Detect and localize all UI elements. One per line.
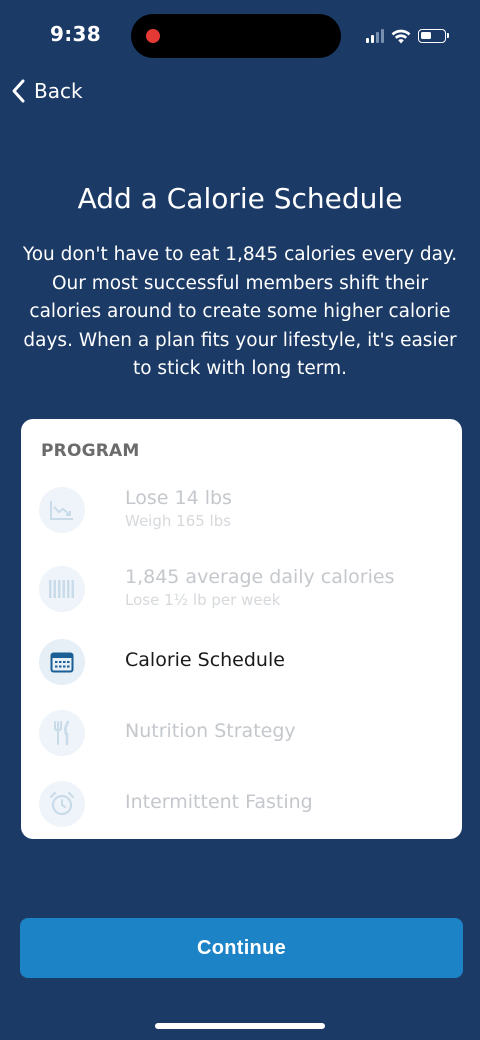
program-item-calorie-schedule: Calorie Schedule	[39, 639, 449, 687]
program-item-nutrition-strategy: Nutrition Strategy	[39, 710, 449, 758]
back-label: Back	[34, 79, 83, 103]
fork-knife-icon	[39, 710, 85, 756]
cellular-signal-icon	[366, 29, 384, 43]
weight-trend-icon	[39, 487, 85, 533]
program-item-label: Nutrition Strategy	[125, 720, 296, 742]
program-item-label: 1,845 average daily calories	[125, 566, 395, 588]
program-card-title: PROGRAM	[41, 441, 140, 461]
status-time: 9:38	[50, 22, 101, 46]
recording-indicator-icon	[146, 29, 160, 43]
home-indicator[interactable]	[155, 1023, 325, 1029]
chevron-left-icon	[12, 79, 25, 103]
program-card: PROGRAM Lose 14 lbs Weigh 165 lbs 1,845 …	[21, 419, 462, 839]
program-item-label: Lose 14 lbs	[125, 487, 232, 509]
status-icons	[366, 27, 449, 45]
continue-button-label: Continue	[196, 936, 287, 959]
battery-icon	[418, 29, 449, 43]
dynamic-island	[131, 14, 341, 58]
back-button[interactable]: Back	[10, 78, 83, 104]
alarm-clock-icon	[39, 781, 85, 827]
wifi-icon	[391, 29, 411, 43]
program-item-daily-calories: 1,845 average daily calories Lose 1½ lb …	[39, 566, 449, 614]
program-item-intermittent-fasting: Intermittent Fasting	[39, 781, 449, 829]
screen: 9:38 Back Add a Calorie Schedule You don…	[0, 0, 480, 1040]
page-description: You don't have to eat 1,845 calories eve…	[22, 244, 458, 379]
program-item-weight-goal: Lose 14 lbs Weigh 165 lbs	[39, 487, 449, 535]
calendar-icon	[39, 639, 85, 685]
program-item-sublabel: Weigh 165 lbs	[125, 512, 232, 530]
page-title: Add a Calorie Schedule	[77, 182, 403, 215]
program-item-label: Calorie Schedule	[125, 649, 285, 671]
program-item-sublabel: Lose 1½ lb per week	[125, 591, 281, 609]
continue-button[interactable]: Continue	[20, 918, 463, 978]
program-item-label: Intermittent Fasting	[125, 791, 313, 813]
calorie-bars-icon	[39, 566, 85, 612]
